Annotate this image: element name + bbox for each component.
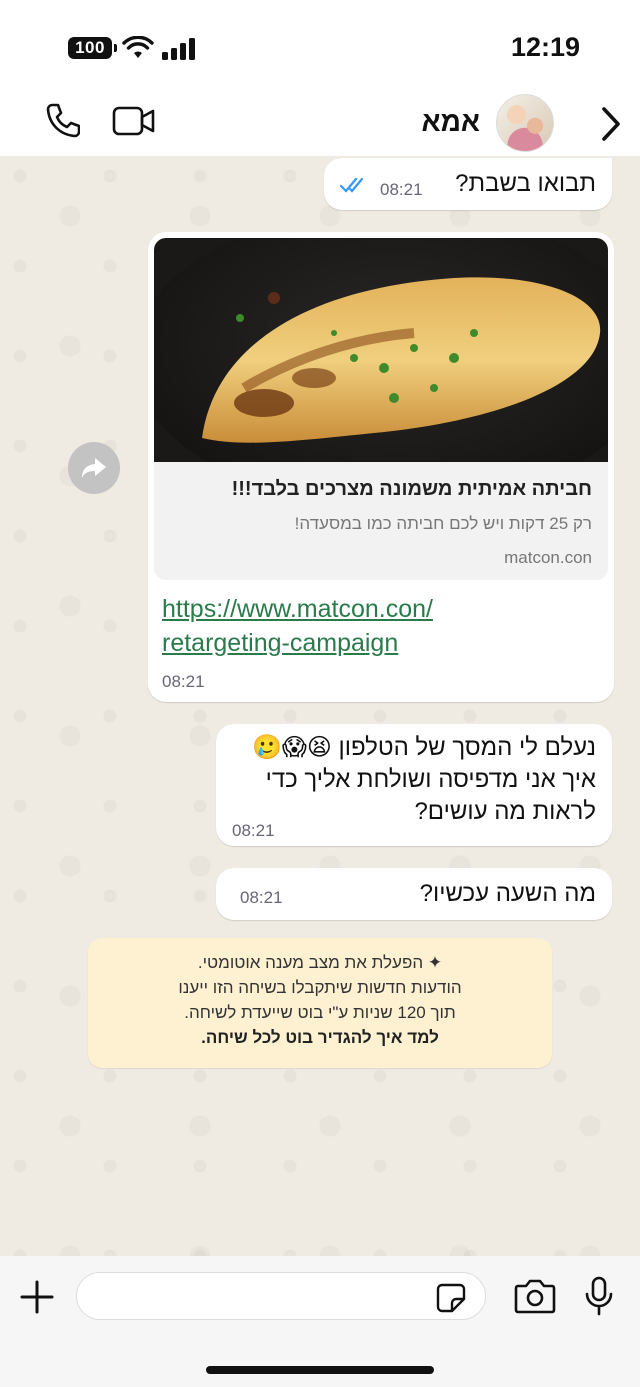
preview-title: חביתה אמיתית משמונה מצרכים בלבד!!! xyxy=(231,478,592,500)
chevron-right-icon[interactable] xyxy=(600,106,622,142)
forward-button[interactable] xyxy=(68,442,120,494)
message-text: נעלם לי המסך של הטלפון 😫😱🥲 איך אני מדפיס… xyxy=(251,734,596,825)
signal-icon xyxy=(162,38,195,60)
notice-learn-link[interactable]: למד איך להגדיר בוט לכל שיחה. xyxy=(88,1025,552,1050)
message-bubble[interactable]: נעלם לי המסך של הטלפון 😫😱🥲 איך אני מדפיס… xyxy=(216,724,612,846)
microphone-icon[interactable] xyxy=(584,1276,614,1316)
phone-icon[interactable] xyxy=(44,102,80,140)
status-time: 12:19 xyxy=(510,32,580,62)
notice-line-3: תוך 120 שניות ע"י בוט שייעדת לשיחה. xyxy=(184,1003,456,1022)
message-bubble-link[interactable]: חביתה אמיתית משמונה מצרכים בלבד!!! רק 25… xyxy=(148,232,614,702)
avatar[interactable] xyxy=(496,94,554,152)
message-time: 08:21 xyxy=(162,672,205,691)
forward-icon xyxy=(82,458,106,478)
message-link[interactable]: https://www.matcon.con/ retargeting-camp… xyxy=(162,592,433,660)
preview-domain: matcon.con xyxy=(504,548,592,567)
plus-icon[interactable] xyxy=(20,1280,54,1314)
battery-icon: 100 xyxy=(68,37,117,59)
message-time: 08:21 xyxy=(232,821,275,840)
notice-line-1: ✦ הפעלת את מצב מענה אוטומטי. xyxy=(197,953,443,972)
link-preview-card[interactable]: חביתה אמיתית משמונה מצרכים בלבד!!! רק 25… xyxy=(154,238,608,580)
message-bubble[interactable]: מה השעה עכשיו? 08:21 xyxy=(216,868,612,920)
sticker-icon[interactable] xyxy=(436,1283,466,1313)
preview-description: רק 25 דקות ויש לכם חביתה כמו במסעדה! xyxy=(294,514,592,533)
video-call-icon[interactable] xyxy=(112,106,156,136)
chat-header: אמא xyxy=(0,92,640,156)
link-line-1[interactable]: https://www.matcon.con/ xyxy=(162,595,433,623)
status-bar: 100 12:19 xyxy=(0,0,640,92)
camera-icon[interactable] xyxy=(514,1278,556,1314)
contact-name[interactable]: אמא xyxy=(421,106,480,138)
auto-reply-notice: ✦ הפעלת את מצב מענה אוטומטי. הודעות חדשו… xyxy=(88,938,552,1068)
message-text: מה השעה עכשיו? xyxy=(419,880,596,907)
battery-level: 100 xyxy=(75,38,105,57)
chat-area[interactable]: תבואו בשבת? 08:21 חביתה אמיתית משמונה מצ… xyxy=(0,156,640,1256)
read-receipt-icon xyxy=(340,177,364,193)
wifi-icon xyxy=(122,36,154,58)
link-line-2[interactable]: retargeting-campaign xyxy=(162,629,398,657)
message-text: תבואו בשבת? xyxy=(455,170,596,197)
message-bubble[interactable]: תבואו בשבת? 08:21 xyxy=(324,158,612,210)
notice-line-2: הודעות חדשות שיתקבלו בשיחה הזו ייענו xyxy=(178,978,462,997)
message-input[interactable] xyxy=(76,1272,486,1320)
home-indicator[interactable] xyxy=(206,1366,434,1374)
message-time: 08:21 xyxy=(240,888,283,907)
omelette-image xyxy=(154,238,608,462)
message-time: 08:21 xyxy=(380,180,423,199)
